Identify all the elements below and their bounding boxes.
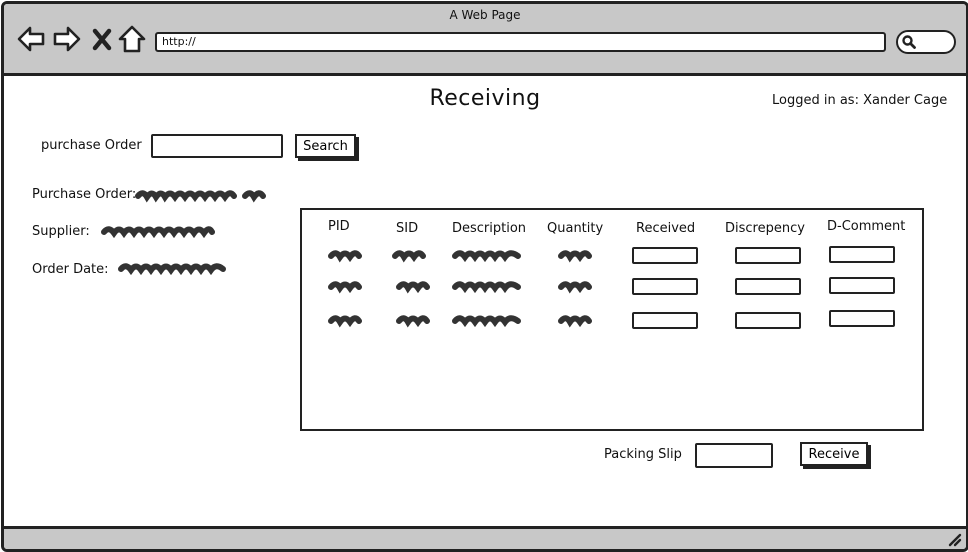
- pid-value: [328, 250, 362, 263]
- back-arrow-icon[interactable]: [16, 24, 46, 54]
- home-icon[interactable]: [117, 24, 147, 54]
- order-date-label: Order Date:: [32, 262, 109, 277]
- column-header-sid: SID: [396, 221, 419, 236]
- quantity-value: [558, 250, 592, 263]
- description-value: [452, 281, 521, 294]
- forward-arrow-icon[interactable]: [52, 24, 82, 54]
- order-items-table: PID SID Description Quantity Received Di…: [300, 208, 924, 431]
- packing-slip-label: Packing Slip: [604, 447, 682, 462]
- purchase-order-value: [135, 190, 266, 203]
- column-header-discrepency: Discrepency: [725, 221, 805, 236]
- supplier-label: Supplier:: [32, 224, 90, 239]
- close-x-icon[interactable]: [90, 24, 114, 54]
- logged-in-user: Logged in as: Xander Cage: [772, 93, 948, 108]
- d-comment-input[interactable]: [829, 310, 895, 327]
- purchase-order-label: Purchase Order:: [32, 187, 137, 202]
- supplier-value: [101, 226, 215, 239]
- discrepency-input[interactable]: [735, 278, 801, 295]
- d-comment-input[interactable]: [829, 277, 895, 294]
- quantity-value: [558, 281, 592, 294]
- column-header-d-comment: D-Comment: [827, 219, 906, 234]
- order-date-value: [118, 263, 226, 276]
- browser-search-field[interactable]: [896, 30, 956, 54]
- pid-value: [328, 315, 362, 328]
- browser-chrome: A Web Page http://: [4, 4, 966, 76]
- pid-value: [328, 281, 362, 294]
- sid-value: [396, 315, 430, 328]
- received-input[interactable]: [632, 247, 698, 264]
- purchase-order-search-label: purchase Order: [41, 138, 142, 153]
- resize-grip-icon[interactable]: [946, 531, 962, 547]
- magnifier-icon: [902, 35, 916, 49]
- search-button[interactable]: Search: [295, 134, 356, 158]
- discrepency-input[interactable]: [735, 312, 801, 329]
- description-value: [452, 315, 521, 328]
- column-header-pid: PID: [328, 219, 350, 234]
- received-input[interactable]: [632, 278, 698, 295]
- browser-window: A Web Page http:// Receiving Logged in a…: [1, 1, 968, 552]
- sid-value: [396, 281, 430, 294]
- discrepency-input[interactable]: [735, 247, 801, 264]
- description-value: [452, 250, 521, 263]
- quantity-value: [558, 315, 592, 328]
- window-title: A Web Page: [449, 8, 521, 22]
- packing-slip-input[interactable]: [695, 443, 773, 468]
- purchase-order-search-input[interactable]: [151, 134, 283, 158]
- status-bar: [4, 526, 966, 549]
- column-header-description: Description: [452, 221, 527, 236]
- received-input[interactable]: [632, 312, 698, 329]
- sid-value: [392, 250, 426, 263]
- receive-button[interactable]: Receive: [800, 442, 868, 466]
- column-header-quantity: Quantity: [547, 221, 604, 236]
- column-header-received: Received: [636, 221, 696, 236]
- d-comment-input[interactable]: [829, 246, 895, 263]
- url-bar[interactable]: http://: [155, 32, 886, 52]
